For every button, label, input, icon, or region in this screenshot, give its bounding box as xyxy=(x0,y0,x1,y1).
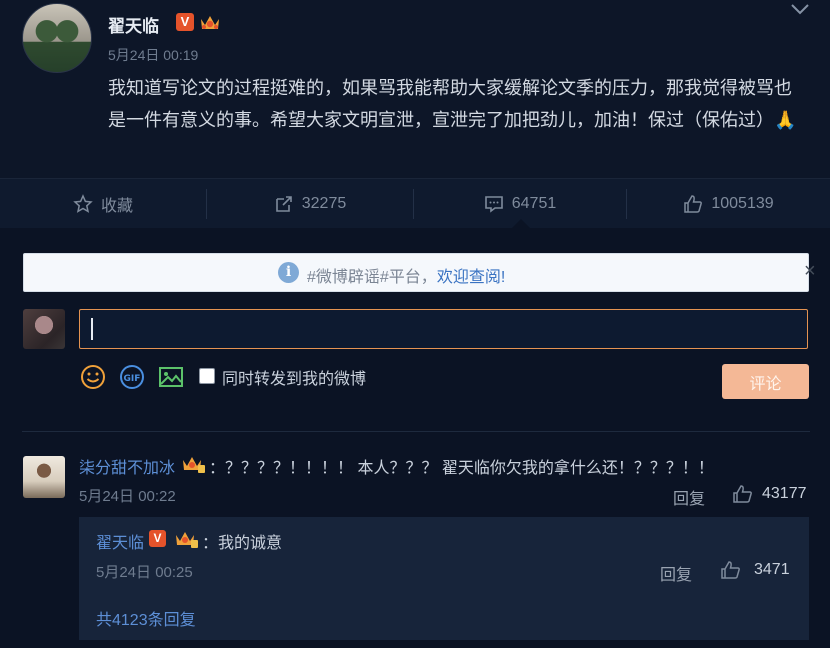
chevron-down-icon[interactable] xyxy=(790,2,810,16)
verified-badge-icon: V xyxy=(149,530,166,547)
favorite-button[interactable]: 收藏 xyxy=(0,179,206,229)
close-icon[interactable]: × xyxy=(804,260,816,283)
favorite-label: 收藏 xyxy=(100,198,133,215)
notice-link[interactable]: 欢迎查阅! xyxy=(437,269,505,286)
my-avatar xyxy=(23,309,65,349)
comment-icon xyxy=(484,196,503,213)
verified-badge-icon: V xyxy=(176,13,194,31)
comment-like-count: 43177 xyxy=(762,485,807,502)
reply-author-name[interactable]: 翟天临 xyxy=(96,529,144,553)
author-avatar[interactable] xyxy=(22,3,92,73)
notice-prefix: #微博辟谣#平台， xyxy=(307,269,437,286)
reply-button[interactable]: 回复 xyxy=(673,485,705,509)
gif-label: GIF xyxy=(124,374,141,384)
image-icon[interactable] xyxy=(158,364,184,390)
thumbs-up-icon[interactable] xyxy=(721,561,741,579)
text-caret xyxy=(91,318,93,340)
repost-button[interactable]: 32275 xyxy=(207,179,413,229)
thumbs-up-icon[interactable] xyxy=(733,485,753,503)
more-replies-link[interactable]: 共4123条回复 xyxy=(96,606,196,630)
post-time[interactable]: 5月24日 00:19 xyxy=(108,45,198,65)
rumor-notice-bar: i #微博辟谣#平台，欢迎查阅! × xyxy=(23,253,816,292)
like-button[interactable]: 1005139 xyxy=(627,179,830,229)
member-crown-icon xyxy=(176,532,198,548)
section-divider xyxy=(22,431,810,432)
author-name[interactable]: 翟天临 xyxy=(108,12,159,37)
comment-time: 5月24日 00:22 xyxy=(79,488,176,505)
commenter-avatar[interactable] xyxy=(23,456,65,498)
notice-text: #微博辟谣#平台，欢迎查阅! xyxy=(307,263,505,287)
commenter-name[interactable]: 柒分甜不加冰 xyxy=(79,454,175,478)
member-crown-icon xyxy=(201,16,219,29)
submit-comment-button[interactable]: 评论 xyxy=(722,364,809,399)
reply-time: 5月24日 00:25 xyxy=(96,564,193,581)
also-repost-label[interactable]: 同时转发到我的微博 xyxy=(222,365,366,389)
thumbs-up-icon xyxy=(684,195,703,213)
also-repost-checkbox[interactable] xyxy=(199,368,215,384)
action-bar: 收藏 32275 64751 1005139 xyxy=(0,178,830,228)
repost-icon xyxy=(275,196,292,212)
emoji-icon[interactable] xyxy=(80,364,106,390)
like-count: 1005139 xyxy=(711,195,774,212)
info-icon: i xyxy=(278,262,299,283)
comment-count: 64751 xyxy=(511,195,557,212)
comment-text: ：？？？？！！！！ 本人？？？ 翟天临你欠我的拿什么还！？？？！！ xyxy=(209,460,714,477)
comment-input[interactable] xyxy=(79,309,808,349)
reply-button[interactable]: 回复 xyxy=(660,561,692,585)
repost-count: 32275 xyxy=(301,195,347,212)
active-tab-pointer xyxy=(512,219,530,228)
post-text: 我知道写论文的过程挺难的，如果骂我能帮助大家缓解论文季的压力，那我觉得被骂也是一… xyxy=(108,78,797,130)
reply-text: ：我的诚意 xyxy=(202,535,283,552)
gif-icon[interactable]: GIF xyxy=(119,364,145,390)
post-card: 翟天临 V 5月24日 00:19 我知道写论文的过程挺难的，如果骂我能帮助大家… xyxy=(0,0,830,178)
star-icon xyxy=(73,194,93,213)
reply-like-count: 3471 xyxy=(754,561,790,578)
member-crown-icon xyxy=(183,457,205,473)
